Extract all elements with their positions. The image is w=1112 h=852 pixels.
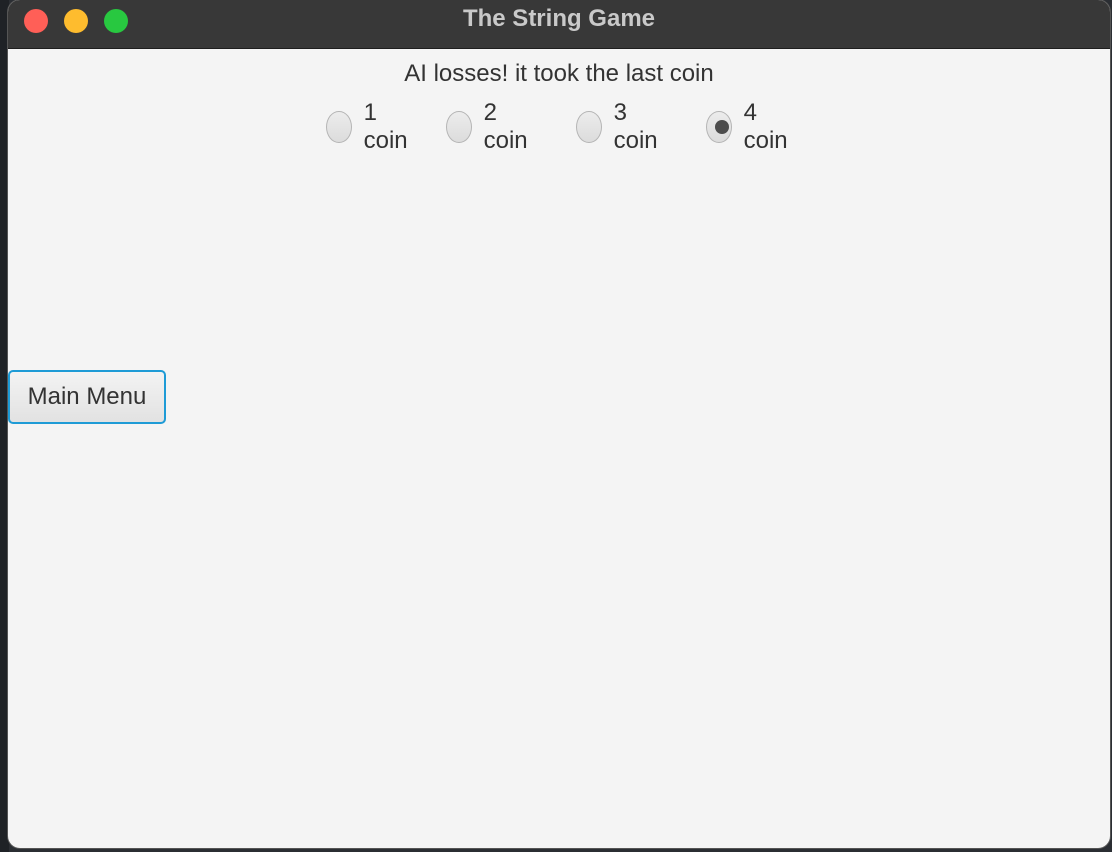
radio-circle-4[interactable]: [706, 111, 732, 143]
main-menu-button[interactable]: Main Menu: [8, 370, 166, 424]
radio-2-coin[interactable]: 2 coin: [446, 99, 534, 154]
radio-label-2: 2 coin: [483, 99, 528, 154]
title-bar: The String Game: [8, 0, 1110, 49]
radio-label-3: 3 coin: [613, 99, 658, 154]
radio-label-1: 1 coin: [363, 99, 408, 154]
radio-label-4: 4 coin: [743, 99, 788, 154]
radio-4-coin[interactable]: 4 coin: [706, 99, 794, 154]
radio-circle-3[interactable]: [576, 111, 602, 143]
app-window: The String Game AI losses! it took the l…: [8, 0, 1110, 848]
game-status-text: AI losses! it took the last coin: [404, 60, 714, 87]
radio-circle-2[interactable]: [446, 111, 472, 143]
radio-3-coin[interactable]: 3 coin: [576, 99, 664, 154]
window-title: The String Game: [462, 5, 656, 32]
radio-1-coin[interactable]: 1 coin: [326, 99, 414, 154]
radio-circle-1[interactable]: [326, 111, 352, 143]
